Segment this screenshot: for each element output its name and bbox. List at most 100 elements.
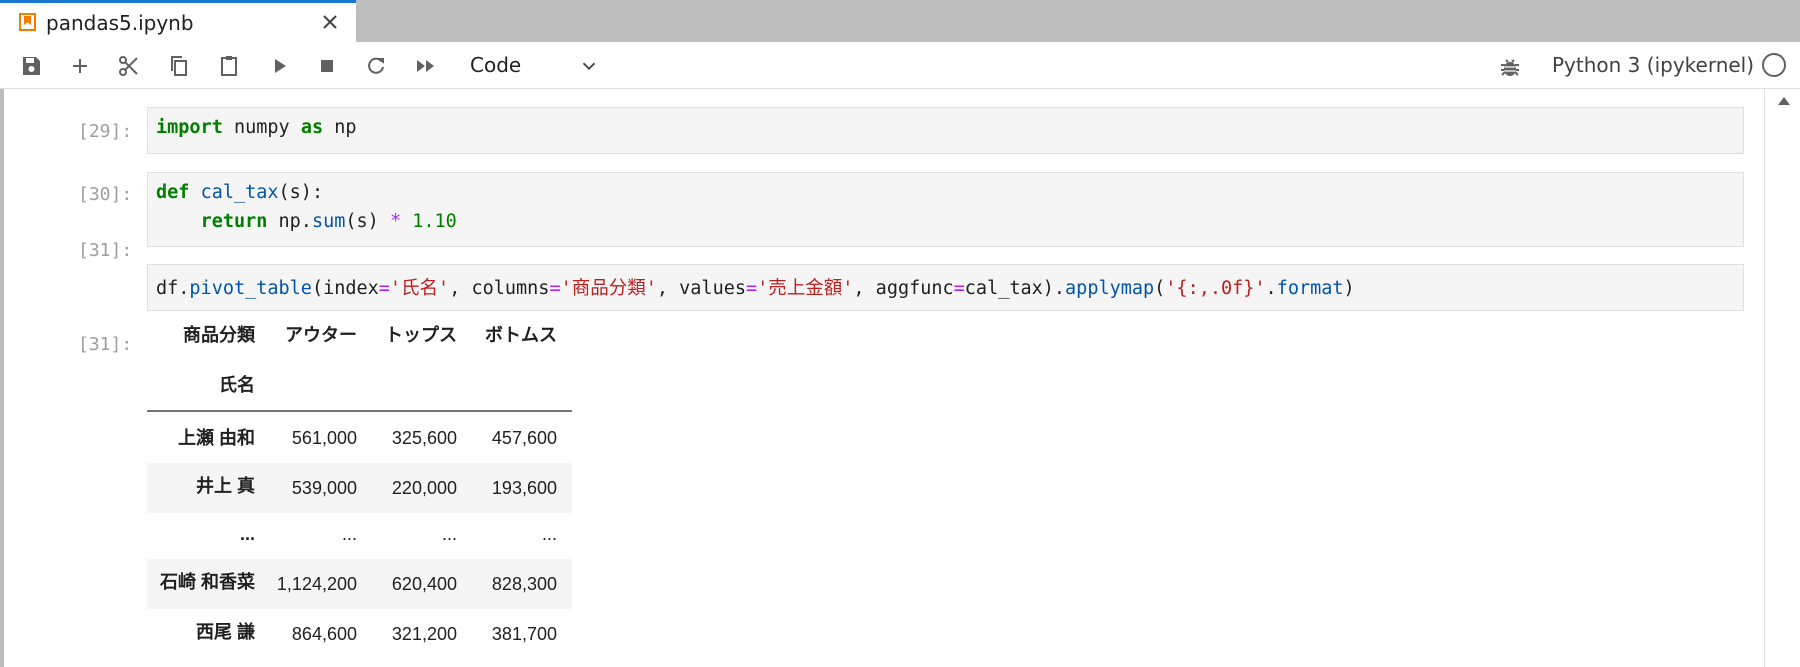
code-line: return np.sum(s) * 1.10 bbox=[156, 211, 457, 232]
columns-name-header: 商品分類 bbox=[183, 325, 255, 345]
code-token: '{:,.0f}' bbox=[1165, 278, 1266, 299]
table-cell: 539,000 bbox=[291, 478, 357, 498]
code-token: np. bbox=[278, 211, 312, 232]
code-token: (s) bbox=[345, 211, 379, 232]
notebook-icon bbox=[19, 13, 36, 31]
code-token: as bbox=[300, 117, 324, 138]
code-token: ( bbox=[1154, 278, 1166, 299]
copy-button[interactable] bbox=[165, 53, 193, 79]
code-token: (index bbox=[311, 278, 379, 299]
kernel-name[interactable]: Python 3 (ipykernel) bbox=[1552, 53, 1754, 77]
code-line: def cal_tax(s): bbox=[156, 182, 323, 203]
chevron-down-icon bbox=[582, 62, 596, 71]
paste-icon bbox=[221, 56, 237, 76]
code-token: return bbox=[200, 211, 268, 232]
column-header: ボトムス bbox=[485, 325, 557, 345]
restart-button[interactable] bbox=[362, 53, 390, 79]
code-token: '商品分類' bbox=[560, 278, 657, 299]
index-name-header: 氏名 bbox=[219, 375, 255, 395]
table-cell: ... bbox=[541, 524, 557, 544]
bug-icon[interactable] bbox=[1498, 55, 1522, 79]
code-token: import bbox=[156, 117, 223, 138]
code-token: = bbox=[549, 278, 561, 299]
tab-title: pandas5.ipynb bbox=[46, 11, 194, 35]
cell-prompt: [30]: bbox=[78, 184, 133, 205]
cell-prompt: [29]: bbox=[78, 121, 133, 142]
code-cell[interactable]: df.pivot_table(index='氏名', columns='商品分類… bbox=[147, 264, 1744, 311]
code-cell[interactable]: import numpy as np bbox=[147, 107, 1744, 154]
save-button[interactable] bbox=[17, 53, 45, 79]
header-divider bbox=[147, 410, 572, 412]
code-token: , values bbox=[656, 278, 746, 299]
code-token: = bbox=[378, 278, 390, 299]
table-cell: 828,300 bbox=[491, 574, 557, 594]
plus-icon bbox=[73, 59, 87, 73]
output-prompt: [31]: bbox=[78, 334, 133, 355]
code-token: applymap bbox=[1065, 278, 1155, 299]
column-header: トップス bbox=[385, 325, 457, 345]
close-icon[interactable] bbox=[318, 10, 342, 34]
restart-icon bbox=[368, 57, 384, 74]
notebook-tab[interactable]: pandas5.ipynb bbox=[0, 0, 356, 43]
cell-type-select[interactable]: Code bbox=[470, 51, 600, 81]
code-token: cal_tax bbox=[200, 182, 279, 203]
active-cell-indicator bbox=[0, 89, 4, 667]
table-cell: 193,600 bbox=[491, 478, 557, 498]
table-cell: ... bbox=[441, 524, 457, 544]
code-token: ) bbox=[1343, 278, 1355, 299]
code-token: cal_tax). bbox=[964, 278, 1066, 299]
code-cell[interactable]: def cal_tax(s): return np.sum(s) * 1.10 bbox=[147, 172, 1744, 247]
code-line: import numpy as np bbox=[156, 117, 357, 138]
table-cell: 1,124,200 bbox=[276, 574, 357, 594]
copy-icon bbox=[171, 56, 187, 76]
run-icon bbox=[275, 59, 286, 73]
code-token: * bbox=[389, 211, 402, 232]
notebook-panel: [29]: import numpy as np [30]: def cal_t… bbox=[0, 89, 1800, 667]
row-label: ... bbox=[239, 524, 255, 544]
table-cell: 561,000 bbox=[291, 428, 357, 448]
code-token: = bbox=[953, 278, 965, 299]
cut-button[interactable] bbox=[115, 53, 143, 79]
code-token: , aggfunc bbox=[853, 278, 954, 299]
table-cell: 381,700 bbox=[491, 624, 557, 644]
code-token: '氏名' bbox=[389, 278, 450, 299]
code-token: (s): bbox=[278, 182, 324, 203]
table-cell: 457,600 bbox=[491, 428, 557, 448]
code-token: sum bbox=[311, 211, 346, 232]
code-token: df. bbox=[156, 278, 190, 299]
table-cell: 321,200 bbox=[391, 624, 457, 644]
code-token: '売上金額' bbox=[757, 278, 854, 299]
cell-type-label: Code bbox=[470, 53, 522, 77]
scroll-up-arrow-icon[interactable] bbox=[1778, 97, 1790, 105]
stop-icon bbox=[321, 60, 333, 72]
table-cell: 620,400 bbox=[391, 574, 457, 594]
code-token: pivot_table bbox=[189, 278, 312, 299]
row-label: 上瀬 由和 bbox=[177, 428, 255, 448]
code-token: def bbox=[156, 182, 190, 203]
code-token: . bbox=[1265, 278, 1277, 299]
column-header: アウター bbox=[285, 325, 357, 345]
table-cell: 220,000 bbox=[391, 478, 457, 498]
code-token: 1.10 bbox=[412, 211, 457, 232]
fast-forward-icon bbox=[417, 60, 434, 72]
tab-bar: pandas5.ipynb bbox=[0, 0, 1800, 43]
code-token: = bbox=[745, 278, 758, 299]
code-token: numpy bbox=[233, 117, 290, 138]
vertical-scrollbar[interactable] bbox=[1764, 89, 1800, 667]
cut-icon bbox=[119, 56, 138, 76]
insert-cell-button[interactable] bbox=[66, 53, 94, 79]
code-token: format bbox=[1276, 278, 1344, 299]
table-cell: 864,600 bbox=[291, 624, 357, 644]
row-label: 石崎 和香菜 bbox=[159, 572, 255, 592]
run-button[interactable] bbox=[265, 53, 293, 79]
row-label: 西尾 謙 bbox=[195, 622, 255, 642]
kernel-status-icon bbox=[1762, 53, 1786, 77]
notebook-toolbar: Code Python 3 (ipykernel) bbox=[0, 43, 1800, 89]
code-line: df.pivot_table(index='氏名', columns='商品分類… bbox=[156, 274, 1355, 300]
cell-prompt: [31]: bbox=[78, 240, 133, 261]
row-label: 井上 真 bbox=[195, 476, 255, 496]
paste-button[interactable] bbox=[215, 53, 243, 79]
restart-run-all-button[interactable] bbox=[412, 53, 440, 79]
interrupt-button[interactable] bbox=[313, 53, 341, 79]
